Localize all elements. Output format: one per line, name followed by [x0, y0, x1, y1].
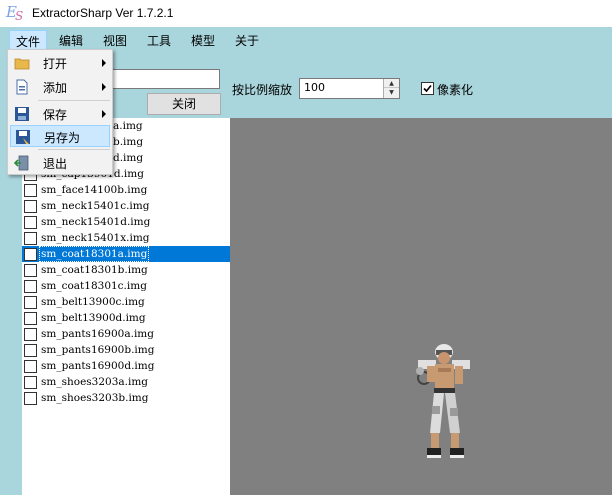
menu-save-label: 保存 [43, 108, 68, 122]
es-logo-icon: ES [6, 3, 24, 23]
window-title: ExtractorSharp Ver 1.7.2.1 [32, 6, 174, 20]
list-item[interactable]: sm_coat18301b.img [22, 262, 230, 278]
list-item[interactable]: sm_belt13900d.img [22, 310, 230, 326]
pixelate-label: 像素化 [437, 83, 474, 97]
submenu-arrow-icon [102, 59, 106, 67]
scale-stepper[interactable]: 100 ▲ ▼ [299, 78, 400, 99]
stepper-buttons: ▲ ▼ [383, 79, 399, 98]
scale-value[interactable]: 100 [304, 81, 325, 94]
list-item-checkbox[interactable] [24, 360, 37, 373]
list-item-label: sm_pants16900b.img [41, 344, 155, 356]
list-item-checkbox[interactable] [24, 264, 37, 277]
menu-about[interactable]: 关于 [229, 30, 265, 50]
menu-tools[interactable]: 工具 [141, 30, 177, 50]
list-item-label: sm_belt13900d.img [41, 312, 146, 324]
list-item-checkbox[interactable] [24, 280, 37, 293]
list-item-label: sm_shoes3203a.img [41, 376, 149, 388]
menu-add[interactable]: 添加 [10, 76, 110, 98]
menu-view[interactable]: 视图 [97, 30, 133, 50]
search-input[interactable] [112, 69, 220, 89]
menu-model[interactable]: 模型 [185, 30, 221, 50]
menu-save-as[interactable]: 另存为 [10, 125, 110, 147]
stepper-down-icon[interactable]: ▼ [384, 88, 399, 97]
list-item[interactable]: sm_neck15401x.img [22, 230, 230, 246]
add-file-icon [16, 79, 28, 95]
list-item[interactable]: sm_pants16900d.img [22, 358, 230, 374]
close-button[interactable]: 关闭 [147, 93, 221, 115]
list-item[interactable]: sm_face14100b.img [22, 182, 230, 198]
menu-open[interactable]: 打开 [10, 52, 110, 74]
list-item-checkbox[interactable] [24, 376, 37, 389]
list-item-checkbox[interactable] [24, 232, 37, 245]
menu-file[interactable]: 文件 [9, 30, 48, 50]
menu-exit-label: 退出 [43, 157, 68, 171]
checkmark-icon [423, 84, 432, 93]
list-item-selected[interactable]: sm_coat18301a.img [22, 246, 230, 262]
list-item-checkbox[interactable] [24, 328, 37, 341]
list-item-label: b.img [113, 136, 144, 148]
list-item-checkbox[interactable] [24, 392, 37, 405]
list-item-checkbox[interactable] [24, 184, 37, 197]
menu-separator [38, 100, 110, 101]
scale-label: 按比例缩放 [232, 83, 293, 97]
file-menu-dropdown: 打开 添加 保存 另存为 退出 [7, 49, 113, 175]
list-item-checkbox[interactable] [24, 296, 37, 309]
list-item[interactable]: sm_neck15401c.img [22, 198, 230, 214]
list-item[interactable]: sm_pants16900a.img [22, 326, 230, 342]
list-item-label: sm_neck15401c.img [41, 200, 150, 212]
list-item-label: sm_shoes3203b.img [41, 392, 149, 404]
list-item-label: a.img [113, 120, 143, 132]
menu-save-as-label: 另存为 [44, 131, 81, 145]
pixelate-checkbox[interactable] [421, 82, 434, 95]
list-item-label: sm_coat18301a.img [38, 246, 150, 262]
list-item[interactable]: sm_pants16900b.img [22, 342, 230, 358]
exit-icon [14, 155, 29, 171]
save-icon [15, 107, 29, 121]
stepper-up-icon[interactable]: ▲ [384, 79, 399, 88]
menu-edit[interactable]: 编辑 [53, 30, 89, 50]
menu-save[interactable]: 保存 [10, 103, 110, 125]
list-item-label: sm_neck15401d.img [41, 216, 151, 228]
list-item-label: sm_pants16900a.img [41, 328, 154, 340]
submenu-arrow-icon [102, 110, 106, 118]
list-item-label: sm_neck15401x.img [41, 232, 150, 244]
list-item-label: sm_face14100b.img [41, 184, 148, 196]
title-bar: ES ExtractorSharp Ver 1.7.2.1 [0, 0, 612, 27]
menu-separator [38, 149, 110, 150]
list-item-label: d.img [113, 152, 144, 164]
menu-exit[interactable]: 退出 [10, 152, 110, 174]
folder-icon [14, 58, 30, 70]
submenu-arrow-icon [102, 83, 106, 91]
list-item-label: sm_coat18301b.img [41, 264, 148, 276]
list-item[interactable]: sm_shoes3203a.img [22, 374, 230, 390]
list-item-label: sm_pants16900d.img [41, 360, 155, 372]
list-item[interactable]: sm_neck15401d.img [22, 214, 230, 230]
list-item[interactable]: sm_belt13900c.img [22, 294, 230, 310]
character-sprite [416, 344, 470, 458]
list-item-checkbox[interactable] [24, 200, 37, 213]
list-item-checkbox[interactable] [24, 344, 37, 357]
list-item-checkbox[interactable] [24, 216, 37, 229]
list-item[interactable]: sm_coat18301c.img [22, 278, 230, 294]
list-item-label: sm_belt13900c.img [41, 296, 145, 308]
preview-canvas[interactable] [230, 118, 612, 495]
menu-add-label: 添加 [43, 81, 68, 95]
list-item-checkbox[interactable] [24, 248, 37, 261]
list-item-label: sm_coat18301c.img [41, 280, 147, 292]
menu-open-label: 打开 [43, 57, 68, 71]
list-item[interactable]: sm_shoes3203b.img [22, 390, 230, 406]
list-item-checkbox[interactable] [24, 312, 37, 325]
save-as-icon [16, 130, 30, 144]
